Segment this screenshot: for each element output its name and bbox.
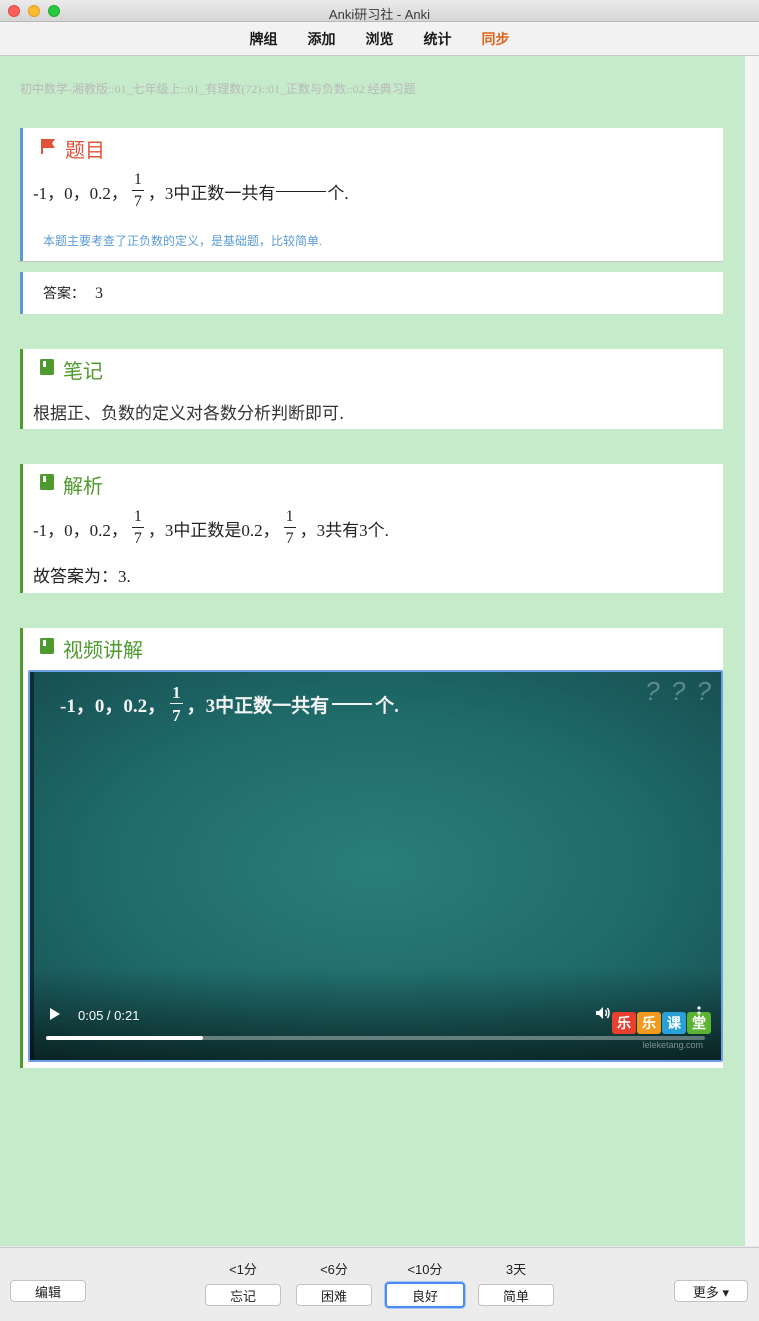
volume-icon[interactable] xyxy=(595,1006,611,1024)
question-suffix: ，3中正数一共有 xyxy=(147,183,276,203)
easy-interval: 3天 xyxy=(505,1262,527,1277)
video-heading: 视频讲解 xyxy=(63,638,143,662)
more-button[interactable]: 更多 ▾ xyxy=(674,1280,748,1302)
sync-link[interactable]: 同步 xyxy=(482,29,510,49)
edit-button[interactable]: 编辑 xyxy=(10,1280,86,1302)
logo-char: 课 xyxy=(662,1012,686,1034)
notes-heading: 笔记 xyxy=(63,359,103,383)
notes-card: 笔记 根据正、负数的定义对各数分析判断即可. xyxy=(20,349,723,429)
window-title: Anki研习社 - Anki xyxy=(328,7,431,22)
good-button[interactable]: 良好 xyxy=(385,1282,465,1308)
answer-blank xyxy=(276,190,327,192)
analysis-middle: ，3中正数是0.2， xyxy=(147,520,280,540)
answer-label: 答案： xyxy=(43,286,85,302)
video-time: 0:05 / 0:21 xyxy=(78,1008,140,1023)
card-webview: 初中数学-湘教版::01_七年级上::01_有理数(72)::01_正数与负数:… xyxy=(0,56,745,1246)
analysis-suffix: ，3共有3个. xyxy=(299,520,389,540)
notes-text: 根据正、负数的定义对各数分析判断即可. xyxy=(33,404,345,424)
browse-link[interactable]: 浏览 xyxy=(366,29,394,49)
answer-card: 答案： 3 xyxy=(20,272,723,314)
book-icon xyxy=(39,473,55,496)
book-icon xyxy=(39,637,55,660)
logo-char: 乐 xyxy=(612,1012,636,1034)
video-progress-bar[interactable] xyxy=(46,1036,705,1040)
answer-value: 3 xyxy=(95,285,103,302)
logo-url: leleketang.com xyxy=(642,1040,703,1050)
fraction: 17 xyxy=(131,508,144,547)
play-icon[interactable] xyxy=(50,1008,60,1020)
question-card: 题目 -1，0，0.2， 17 ，3中正数一共有 个. 本题主要考查了正负数的定义… xyxy=(20,128,723,261)
question-heading: 题目 xyxy=(65,138,105,162)
question-hint: 本题主要考查了正负数的定义，是基础题，比较简单. xyxy=(43,234,323,248)
question-prefix: -1，0，0.2， xyxy=(33,183,128,203)
answer-line: 答案： 3 xyxy=(43,283,103,303)
video-controls: 0:05 / 0:21 乐 乐 课 堂 leleketang.com xyxy=(30,968,721,1060)
question-text: -1，0，0.2， 17 ，3中正数一共有 个. xyxy=(33,172,349,210)
again-interval: <1分 xyxy=(229,1262,257,1277)
video-card: 视频讲解 -1，0，0.2， 17 ，3中正数一共有 个. ? ? ? 0:05 … xyxy=(20,628,723,1068)
book-icon xyxy=(39,358,55,381)
add-link[interactable]: 添加 xyxy=(308,29,336,49)
easy-button[interactable]: 简单 xyxy=(478,1284,554,1306)
fraction: 17 xyxy=(283,508,296,547)
chalkboard-text: -1，0，0.2， 17 ，3中正数一共有 个. xyxy=(60,683,399,725)
analysis-prefix: -1，0，0.2， xyxy=(33,520,128,540)
analysis-heading: 解析 xyxy=(63,474,103,498)
video-player[interactable]: -1，0，0.2， 17 ，3中正数一共有 个. ? ? ? 0:05 / 0:2… xyxy=(28,670,723,1062)
logo-char: 乐 xyxy=(637,1012,661,1034)
fraction: 17 xyxy=(131,171,144,210)
question-marks-decoration: ? ? ? xyxy=(645,676,713,706)
more-options-icon[interactable] xyxy=(697,1006,701,1024)
hard-interval: <6分 xyxy=(320,1262,348,1277)
analysis-line-1: -1，0，0.2， 17 ，3中正数是0.2， 17 ，3共有3个. xyxy=(33,509,389,547)
again-button[interactable]: 忘记 xyxy=(205,1284,281,1306)
stats-link[interactable]: 统计 xyxy=(424,29,452,49)
good-interval: <10分 xyxy=(407,1262,443,1277)
title-bar: Anki研习社 - Anki xyxy=(0,0,759,22)
hard-button[interactable]: 困难 xyxy=(296,1284,372,1306)
main-toolbar: 牌组 添加 浏览 统计 同步 xyxy=(0,22,759,56)
webview-scrollbar[interactable] xyxy=(745,56,759,1246)
question-end: 个. xyxy=(327,183,349,203)
deck-path: 初中数学-湘教版::01_七年级上::01_有理数(72)::01_正数与负数:… xyxy=(20,82,416,96)
divider xyxy=(18,261,723,262)
video-progress-fill xyxy=(46,1036,203,1040)
analysis-card: 解析 -1，0，0.2， 17 ，3中正数是0.2， 17 ，3共有3个. 故答… xyxy=(20,464,723,593)
review-bar: 编辑 <1分 <6分 <10分 3天 忘记 困难 良好 简单 更多 ▾ xyxy=(0,1247,759,1321)
fraction: 17 xyxy=(170,683,183,725)
decks-link[interactable]: 牌组 xyxy=(250,29,278,49)
flag-icon xyxy=(39,137,57,160)
analysis-line-2: 故答案为：3. xyxy=(33,567,131,586)
